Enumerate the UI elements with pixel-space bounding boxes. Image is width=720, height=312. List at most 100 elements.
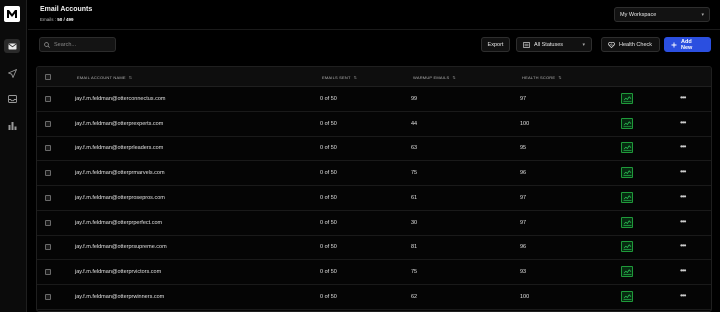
row-checkbox[interactable] (45, 194, 51, 201)
email-account-name[interactable]: jay.f.m.feldman@otterprsupreme.com (75, 244, 167, 250)
search-box[interactable] (39, 37, 116, 52)
email-account-name[interactable]: jay.f.m.feldman@otterprexperts.com (75, 121, 163, 127)
warmup-chart-icon[interactable] (621, 93, 633, 104)
more-options-icon[interactable]: ••• (680, 93, 686, 102)
email-account-name[interactable]: jay.f.m.feldman@otterprperfect.com (75, 220, 162, 226)
bar-chart-icon[interactable] (4, 118, 20, 132)
row-checkbox[interactable] (45, 268, 51, 275)
email-count-label: Emails : (40, 17, 57, 22)
row-checkbox[interactable] (45, 170, 51, 177)
more-options-icon[interactable]: ••• (680, 241, 686, 250)
warmup-emails: 75 (411, 170, 418, 177)
more-options-icon[interactable]: ••• (680, 291, 686, 300)
table-row[interactable]: jay.f.m.feldman@otterprsupreme.com 0 of … (37, 235, 711, 261)
email-account-name[interactable]: jay.f.m.feldman@otterprvictors.com (75, 269, 161, 275)
search-input[interactable] (54, 41, 114, 48)
more-options-icon[interactable]: ••• (680, 142, 686, 151)
search-icon (44, 41, 50, 48)
workspace-select[interactable]: My Workspace ▾ (614, 7, 710, 22)
health-score: 96 (520, 244, 527, 251)
export-label: Export (487, 41, 504, 48)
health-check-button[interactable]: Health Check (601, 37, 660, 52)
email-account-name[interactable]: jay.f.m.feldman@otterprwinners.com (75, 294, 164, 300)
email-account-name[interactable]: jay.f.m.feldman@otterprosepros.com (75, 195, 165, 201)
health-score: 97 (520, 219, 527, 226)
row-checkbox[interactable] (45, 96, 51, 102)
table-row[interactable]: jay.f.m.feldman@otterprwinners.com 0 of … (37, 285, 711, 310)
mail-icon[interactable] (4, 39, 20, 53)
warmup-chart-icon[interactable] (621, 191, 633, 203)
plus-icon (671, 42, 677, 48)
table-row[interactable]: jay.f.m.feldman@otterconnectus.com 0 of … (37, 87, 711, 112)
status-filter-select[interactable]: All Statuses ▾ (516, 37, 592, 52)
table-row[interactable]: jay.f.m.feldman@otterprmarvels.com 0 of … (37, 161, 711, 187)
emails-sent: 0 of 50 (320, 170, 337, 177)
more-options-icon[interactable]: ••• (680, 118, 686, 127)
list-icon (523, 41, 530, 48)
more-options-icon[interactable]: ••• (680, 217, 686, 226)
warmup-chart-icon[interactable] (621, 241, 633, 253)
health-check-label: Health Check (619, 41, 653, 48)
column-header-email[interactable]: EMAIL ACCOUNT NAME ⇅ (77, 75, 132, 80)
warmup-chart-icon[interactable] (621, 167, 633, 179)
row-checkbox[interactable] (45, 120, 51, 127)
email-account-name[interactable]: jay.f.m.feldman@otterprleaders.com (75, 145, 163, 151)
emails-sent: 0 of 50 (320, 268, 337, 275)
warmup-chart-icon[interactable] (621, 216, 633, 228)
logo-m-icon[interactable] (4, 6, 20, 22)
more-options-icon[interactable]: ••• (680, 192, 686, 201)
sort-icon: ⇅ (353, 75, 358, 80)
emails-sent: 0 of 50 (320, 120, 337, 127)
add-new-label: Add New (681, 38, 693, 51)
column-header-warmup-emails[interactable]: WARMUP EMAILS ⇅ (413, 75, 456, 80)
warmup-emails: 63 (411, 145, 418, 152)
row-checkbox[interactable] (45, 293, 51, 300)
email-count: Emails : 50 / 499 (40, 17, 74, 22)
health-score: 93 (520, 268, 527, 275)
table-row[interactable]: jay.f.m.feldman@otterprexperts.com 0 of … (37, 112, 711, 137)
column-header-label: EMAIL ACCOUNT NAME (77, 75, 126, 80)
email-count-value: 50 / 499 (57, 17, 74, 22)
sort-icon: ⇅ (128, 75, 133, 80)
column-header-emails-sent[interactable]: EMAILS SENT ⇅ (322, 75, 357, 80)
warmup-emails: 75 (411, 268, 418, 275)
warmup-chart-icon[interactable] (621, 265, 633, 277)
health-score: 95 (520, 145, 527, 152)
heart-pulse-icon (608, 41, 615, 48)
row-checkbox[interactable] (45, 219, 51, 226)
row-checkbox[interactable] (45, 244, 51, 251)
row-checkbox[interactable] (45, 145, 51, 152)
chevron-down-icon: ▾ (701, 12, 704, 18)
email-account-name[interactable]: jay.f.m.feldman@otterconnectus.com (75, 96, 165, 102)
table-header: EMAIL ACCOUNT NAME ⇅ EMAILS SENT ⇅ WARMUP … (37, 67, 711, 87)
emails-sent: 0 of 50 (320, 96, 337, 102)
more-options-icon[interactable]: ••• (680, 167, 686, 176)
warmup-chart-icon[interactable] (621, 117, 633, 129)
column-header-label: HEALTH SCORE (522, 75, 556, 80)
chevron-down-icon: ▾ (582, 41, 585, 48)
column-header-label: WARMUP EMAILS (413, 75, 450, 80)
column-header-health-score[interactable]: HEALTH SCORE ⇅ (522, 75, 562, 80)
table-row[interactable]: jay.f.m.feldman@otterprleaders.com 0 of … (37, 136, 711, 162)
add-new-button[interactable]: Add New (664, 37, 711, 52)
select-all-checkbox[interactable] (45, 74, 51, 80)
workspace-label: My Workspace (620, 12, 657, 18)
send-icon[interactable] (4, 66, 20, 80)
email-account-name[interactable]: jay.f.m.feldman@otterprmarvels.com (75, 170, 165, 176)
sort-icon: ⇅ (558, 75, 562, 80)
table-row[interactable]: jay.f.m.feldman@otterprperfect.com 0 of … (37, 211, 711, 236)
export-button[interactable]: Export (481, 37, 510, 52)
page-header: Email Accounts Emails : 50 / 499 My Work… (28, 0, 720, 30)
email-accounts-table: EMAIL ACCOUNT NAME ⇅ EMAILS SENT ⇅ WARMUP … (36, 66, 712, 312)
inbox-icon[interactable] (4, 92, 20, 106)
warmup-emails: 99 (411, 96, 418, 102)
page-title: Email Accounts (40, 6, 93, 13)
warmup-chart-icon[interactable] (621, 290, 633, 302)
health-score: 97 (520, 96, 527, 102)
table-row[interactable]: jay.f.m.feldman@otterprosepros.com 0 of … (37, 186, 711, 211)
more-options-icon[interactable]: ••• (680, 266, 686, 275)
sort-icon: ⇅ (452, 75, 456, 80)
table-row[interactable]: jay.f.m.feldman@otterprvictors.com 0 of … (37, 260, 711, 285)
emails-sent: 0 of 50 (320, 293, 337, 300)
warmup-chart-icon[interactable] (621, 142, 633, 154)
